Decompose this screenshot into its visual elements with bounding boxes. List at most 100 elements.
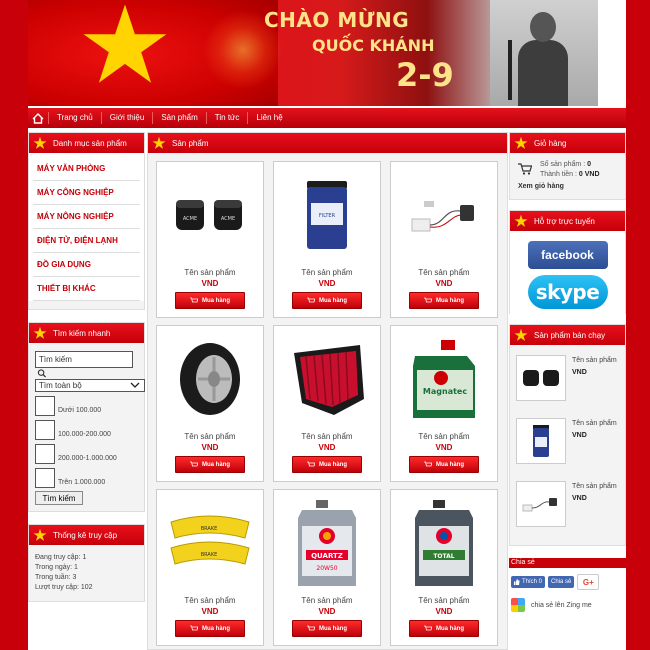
- view-cart-link[interactable]: Xem giỏ hàng: [518, 183, 564, 190]
- products-box: Sản phẩm ACME ACME Tên sản phẩm VND Mua h…: [147, 132, 508, 650]
- quick-search-form: Tìm kiếm Tìm toàn bộ Dưới 100.000 100.00…: [29, 343, 145, 513]
- bestseller-thumbnail[interactable]: [516, 355, 566, 401]
- cart-total-row: Thành tiền : 0 VND: [540, 171, 600, 178]
- cart-icon: [424, 297, 432, 303]
- portrait-head: [530, 12, 556, 42]
- nav-contact[interactable]: Liên hệ: [247, 112, 290, 124]
- product-name[interactable]: Tên sản phẩm: [162, 432, 258, 441]
- cart-count-row: Số sản phẩm : 0: [540, 161, 591, 168]
- cart-summary: Số sản phẩm : 0 Thành tiền : 0 VND Xem g…: [510, 153, 625, 213]
- category-other-devices[interactable]: THIẾT BỊ KHÁC: [33, 277, 140, 301]
- product-price: VND: [435, 607, 453, 616]
- search-icon[interactable]: [37, 369, 47, 378]
- facebook-like-button[interactable]: Thích 0: [511, 576, 546, 588]
- product-image[interactable]: [396, 167, 492, 263]
- search-input[interactable]: Tìm kiếm: [35, 351, 133, 368]
- category-office-machines[interactable]: MÁY VĂN PHÒNG: [33, 157, 140, 181]
- product-name[interactable]: Tên sản phẩm: [396, 432, 492, 441]
- category-agricultural-machines[interactable]: MÁY NÔNG NGHIỆP: [33, 205, 140, 229]
- price-range-checkbox[interactable]: [35, 420, 55, 440]
- product-image[interactable]: BRAKE BRAKE: [162, 495, 258, 591]
- buy-button[interactable]: Mua hàng: [175, 620, 245, 637]
- online-support-links: facebook skype: [510, 231, 625, 315]
- bestseller-info: Tên sản phẩm VND: [572, 418, 617, 477]
- zing-share-link[interactable]: chia sẻ lên Zing me: [509, 598, 626, 612]
- google-plus-label: G+: [582, 577, 594, 587]
- product-image[interactable]: [162, 331, 258, 427]
- skype-button[interactable]: skype: [527, 275, 608, 309]
- product-price: VND: [201, 279, 219, 288]
- nav-about[interactable]: Giới thiệu: [100, 112, 153, 124]
- search-button[interactable]: Tìm kiếm: [35, 491, 83, 505]
- product-name[interactable]: Tên sản phẩm: [396, 268, 492, 277]
- bestseller-price: VND: [572, 495, 587, 502]
- buy-button[interactable]: Mua hàng: [175, 456, 245, 473]
- nav-home[interactable]: Trang chủ: [48, 112, 101, 124]
- product-image[interactable]: TOTAL: [396, 495, 492, 591]
- buy-button[interactable]: Mua hàng: [292, 292, 362, 309]
- buy-button[interactable]: Mua hàng: [409, 456, 479, 473]
- category-electronics[interactable]: ĐIỆN TỬ, ĐIỆN LẠNH: [33, 229, 140, 253]
- product-price: VND: [201, 443, 219, 452]
- price-range-checkbox[interactable]: [35, 444, 55, 464]
- buy-button[interactable]: Mua hàng: [409, 620, 479, 637]
- star-icon: [514, 214, 528, 227]
- product-name[interactable]: Tên sản phẩm: [279, 268, 375, 277]
- category-industrial-machines[interactable]: MÁY CÔNG NGHIỆP: [33, 181, 140, 205]
- bestsellers-header: Sản phẩm bán chạy: [510, 325, 625, 345]
- bestseller-price: VND: [572, 432, 587, 439]
- nav-news[interactable]: Tin tức: [205, 112, 248, 124]
- bestseller-info: Tên sản phẩm VND: [572, 481, 617, 540]
- product-name[interactable]: Tên sản phẩm: [396, 596, 492, 605]
- facebook-label: facebook: [541, 248, 594, 262]
- product-price: VND: [435, 279, 453, 288]
- search-scope-select[interactable]: Tìm toàn bộ: [35, 379, 145, 392]
- star-icon: [514, 136, 528, 149]
- google-plus-button[interactable]: G+: [577, 574, 600, 590]
- product-image[interactable]: ACME ACME: [162, 167, 258, 263]
- category-header: Danh mục sản phẩm: [29, 133, 144, 153]
- cart-box: Giỏ hàng Số sản phẩm : 0 Thành tiền : 0 …: [509, 132, 626, 200]
- star-icon: [33, 136, 47, 149]
- product-image[interactable]: QUARTZ 20W50: [279, 495, 375, 591]
- facebook-button[interactable]: facebook: [527, 241, 608, 269]
- bestseller-thumbnail[interactable]: [516, 418, 566, 464]
- facebook-share-button[interactable]: Chia sẻ: [548, 576, 575, 588]
- cart-icon: [307, 625, 315, 631]
- nav-products[interactable]: Sản phẩm: [152, 112, 205, 124]
- buy-button[interactable]: Mua hàng: [175, 292, 245, 309]
- price-range-under-100k: Dưới 100.000: [35, 394, 138, 416]
- product-name[interactable]: Tên sản phẩm: [162, 596, 258, 605]
- bestseller-thumbnail[interactable]: [516, 481, 566, 527]
- price-range-checkbox[interactable]: [35, 396, 55, 416]
- buy-button[interactable]: Mua hàng: [292, 620, 362, 637]
- bestseller-name[interactable]: Tên sản phẩm: [572, 418, 617, 430]
- product-image[interactable]: Magnatec: [396, 331, 492, 427]
- buy-button-label: Mua hàng: [436, 297, 464, 304]
- home-icon[interactable]: [31, 112, 45, 124]
- product-name[interactable]: Tên sản phẩm: [279, 432, 375, 441]
- price-range-over-1m: Trên 1.000.000: [35, 466, 138, 488]
- price-range-checkbox[interactable]: [35, 468, 55, 488]
- cart-header: Giỏ hàng: [510, 133, 625, 153]
- portrait-body: [518, 40, 568, 106]
- product-price: VND: [435, 443, 453, 452]
- portrait-photo: [490, 0, 598, 106]
- main-nav: Trang chủ Giới thiệu Sản phẩm Tin tức Li…: [28, 108, 626, 128]
- bestseller-name[interactable]: Tên sản phẩm: [572, 481, 617, 493]
- category-household[interactable]: ĐỒ GIA DỤNG: [33, 253, 140, 277]
- zing-share-label: chia sẻ lên Zing me: [531, 601, 592, 609]
- buy-button-label: Mua hàng: [202, 461, 230, 468]
- buy-button[interactable]: Mua hàng: [409, 292, 479, 309]
- buy-button[interactable]: Mua hàng: [292, 456, 362, 473]
- product-name[interactable]: Tên sản phẩm: [162, 268, 258, 277]
- product-price: VND: [201, 607, 219, 616]
- product-image[interactable]: FILTER: [279, 167, 375, 263]
- product-price: VND: [318, 279, 336, 288]
- svg-text:ACME: ACME: [183, 216, 197, 222]
- header-banner: CHÀO MỪNG QUỐC KHÁNH 2-9: [28, 0, 598, 106]
- product-name[interactable]: Tên sản phẩm: [279, 596, 375, 605]
- bestseller-name[interactable]: Tên sản phẩm: [572, 355, 617, 367]
- product-image[interactable]: [279, 331, 375, 427]
- stat-week: Trong tuần: 3: [35, 574, 77, 581]
